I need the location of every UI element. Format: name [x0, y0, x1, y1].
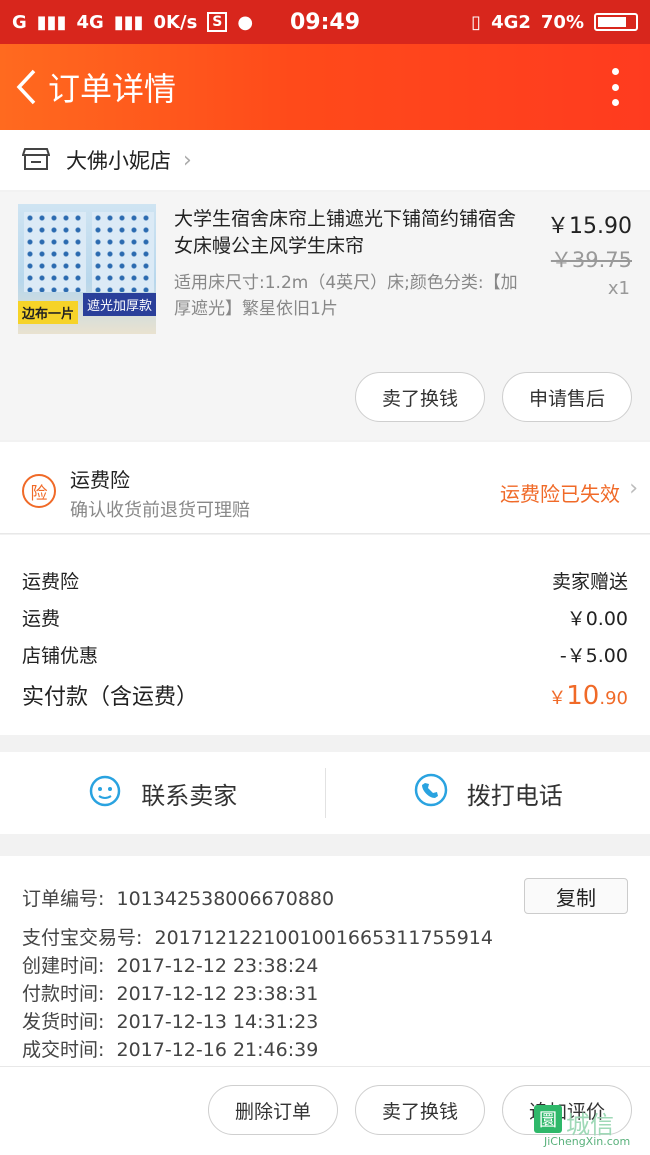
product-title: 大学生宿舍床帘上铺遮光下铺简约铺宿舍女床幔公主风学生床帘	[174, 208, 517, 257]
order-info: 订单编号: 101342538006670880 复制 支付宝交易号: 2017…	[0, 856, 650, 1066]
battery-icon	[594, 13, 638, 31]
shipped-row: 发货时间: 2017-12-13 14:31:23	[22, 1011, 319, 1033]
after-sale-button[interactable]: 申请售后	[502, 372, 632, 422]
chevron-right-icon: ›	[629, 476, 638, 501]
back-arrow-icon[interactable]	[6, 57, 46, 117]
resell-button[interactable]: 卖了换钱	[355, 1085, 485, 1135]
shipping-insurance-row[interactable]: 险 运费险 确认收货前退货可理赔 运费险已失效 ›	[0, 442, 650, 534]
product-price: ￥15.90	[547, 214, 632, 239]
vibrate-icon: ▯	[471, 11, 482, 33]
status-time: 09:49	[289, 9, 361, 35]
total-label: 实付款（含运费）	[22, 685, 199, 710]
bottom-action-bar: 删除订单 卖了换钱 追加评价 圜 城信 JiChengXin.com	[0, 1066, 650, 1155]
nav-bar: 订单详情	[0, 44, 650, 130]
store-name: 大佛小妮店	[66, 149, 171, 173]
call-button[interactable]: 拨打电话	[326, 752, 650, 834]
qq-icon: ●	[237, 11, 254, 33]
insurance-status: 运费险已失效	[500, 482, 620, 506]
thumb-tag: 边布一片	[18, 301, 79, 324]
resell-button[interactable]: 卖了换钱	[355, 372, 485, 422]
store-icon	[21, 145, 51, 175]
watermark-logo: 圜	[534, 1105, 562, 1133]
network-type: 4G	[76, 11, 104, 33]
product-thumbnail[interactable]: 边布一片 遮光加厚款	[18, 204, 156, 334]
watermark-url: JiChengXin.com	[544, 1135, 631, 1148]
signal-icon: ▮▮▮	[113, 11, 144, 33]
created-row: 创建时间: 2017-12-12 23:38:24	[22, 955, 319, 977]
order-number: 101342538006670880	[116, 888, 335, 910]
insurance-subtitle: 确认收货前退货可理赔	[70, 500, 250, 521]
total-row: 实付款（含运费） ￥10.90	[22, 679, 628, 711]
copy-button[interactable]: 复制	[524, 878, 628, 914]
status-bar: G ▮▮▮ 4G ▮▮▮ 0K/s S ● 09:49 ▯ 4G2 70%	[0, 0, 650, 44]
carrier-signal: G	[12, 11, 27, 33]
network-2: 4G2	[491, 11, 531, 33]
fee-summary: 运费险 卖家赠送 运费 ￥0.00 店铺优惠 -￥5.00 实付款（含运费） ￥…	[0, 535, 650, 735]
order-number-row: 订单编号: 101342538006670880	[22, 888, 335, 910]
contact-seller-button[interactable]: 联系卖家	[0, 752, 325, 834]
alipay-row: 支付宝交易号: 2017121221001001665311755914	[22, 927, 493, 949]
signal-icon: ▮▮▮	[36, 11, 67, 33]
sim-badge: S	[207, 12, 228, 32]
store-link[interactable]: 大佛小妮店 ›	[0, 130, 650, 190]
more-menu-icon[interactable]	[610, 68, 620, 106]
insurance-title: 运费险	[70, 468, 130, 492]
total-amount: ￥10.90	[548, 681, 628, 711]
product-card[interactable]: 边布一片 遮光加厚款 大学生宿舍床帘上铺遮光下铺简约铺宿舍女床幔公主风学生床帘 …	[0, 192, 650, 440]
contact-seller-label: 联系卖家	[141, 781, 238, 810]
product-original-price: ￥39.75	[550, 248, 632, 272]
thumb-tag: 遮光加厚款	[82, 293, 156, 316]
delete-order-button[interactable]: 删除订单	[208, 1085, 338, 1135]
battery-percent: 70%	[540, 11, 584, 33]
watermark: 圜 城信 JiChengXin.com	[534, 1105, 646, 1149]
chevron-right-icon: ›	[183, 147, 192, 173]
call-label: 拨打电话	[466, 781, 563, 810]
contact-bar: 联系卖家 拨打电话	[0, 752, 650, 834]
top-header: G ▮▮▮ 4G ▮▮▮ 0K/s S ● 09:49 ▯ 4G2 70% 订单…	[0, 0, 650, 130]
fee-row: 店铺优惠 -￥5.00	[22, 645, 628, 667]
insurance-icon: 险	[22, 474, 56, 508]
fee-row: 运费险 卖家赠送	[22, 571, 628, 593]
product-quantity: x1	[607, 278, 630, 299]
phone-icon	[413, 772, 449, 814]
closed-row: 成交时间: 2017-12-16 21:46:39	[22, 1039, 319, 1061]
fee-row: 运费 ￥0.00	[22, 608, 628, 630]
page-title: 订单详情	[48, 70, 177, 108]
net-speed: 0K/s	[153, 11, 198, 33]
paid-row: 付款时间: 2017-12-12 23:38:31	[22, 983, 319, 1005]
chat-icon	[87, 772, 123, 814]
product-spec: 适用床尺寸:1.2m（4英尺）床;颜色分类:【加厚遮光】繁星依旧1片	[174, 273, 518, 319]
